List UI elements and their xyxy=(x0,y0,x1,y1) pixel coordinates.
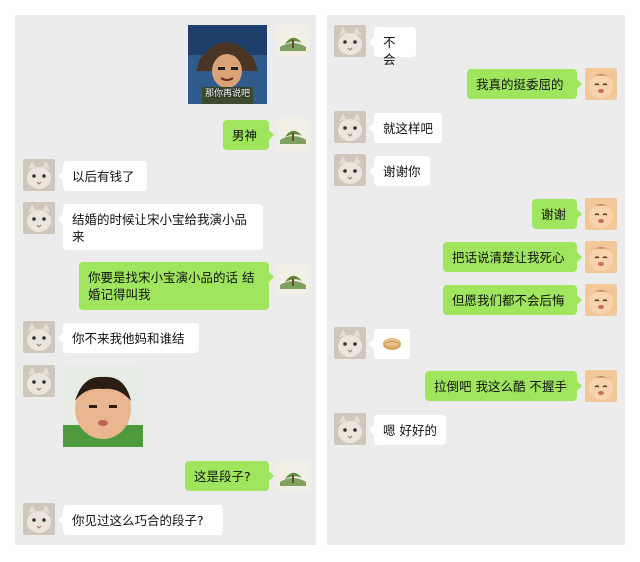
my-avatar[interactable] xyxy=(585,68,617,100)
my-avatar[interactable] xyxy=(585,370,617,402)
contact-avatar[interactable] xyxy=(334,327,366,359)
message-bubble-theirs[interactable]: 嗯 好好的 xyxy=(369,415,446,445)
message-bubble-mine[interactable]: 谢谢 xyxy=(532,199,582,229)
message-bubble-theirs[interactable]: 你不来我他妈和谁结 xyxy=(58,323,199,353)
message-bubble-theirs[interactable]: 结婚的时候让宋小宝给我演小品来 xyxy=(58,204,263,250)
contact-avatar[interactable] xyxy=(334,413,366,445)
message-bubble-mine[interactable]: 这是段子? xyxy=(185,461,274,491)
my-avatar[interactable] xyxy=(277,25,309,57)
my-avatar[interactable] xyxy=(277,263,309,295)
contact-avatar[interactable] xyxy=(334,111,366,143)
baby-avatar-icon xyxy=(585,370,617,402)
message-bubble-theirs[interactable] xyxy=(369,329,410,359)
baby-avatar-icon xyxy=(585,68,617,100)
message-bubble-mine[interactable]: 把话说清楚让我死心 xyxy=(443,242,582,272)
chat-panel-left: 那你再说吧 男神 以后有钱了 结婚的时候让宋小宝给我演小品来 你要是找宋小宝演小… xyxy=(15,15,316,545)
my-avatar[interactable] xyxy=(585,241,617,273)
contact-avatar[interactable] xyxy=(23,159,55,191)
tree-landscape-icon xyxy=(277,263,309,295)
cat-avatar-icon xyxy=(23,503,55,535)
message-bubble-mine[interactable]: 但愿我们都不会后悔 xyxy=(443,285,582,315)
contact-avatar[interactable] xyxy=(334,154,366,186)
baby-avatar-icon xyxy=(585,284,617,316)
message-bubble-theirs[interactable]: 不会 xyxy=(369,27,416,67)
chat-panel-right: 不会 我真的挺委屈的 就这样吧 谢谢你 谢谢 把话说清楚让我死心 但愿我们都不会… xyxy=(327,15,625,545)
my-avatar[interactable] xyxy=(277,118,309,150)
message-bubble-theirs[interactable]: 你见过这么巧合的段子? xyxy=(58,505,223,535)
cat-avatar-icon xyxy=(23,321,55,353)
my-avatar[interactable] xyxy=(585,284,617,316)
cat-avatar-icon xyxy=(334,111,366,143)
cat-avatar-icon xyxy=(334,413,366,445)
tree-landscape-icon xyxy=(277,118,309,150)
message-bubble-theirs[interactable]: 以后有钱了 xyxy=(58,161,147,191)
cat-avatar-icon xyxy=(334,327,366,359)
message-bubble-theirs[interactable]: 就这样吧 xyxy=(369,113,442,143)
contact-avatar[interactable] xyxy=(23,503,55,535)
contact-avatar[interactable] xyxy=(334,25,366,57)
image-message[interactable]: 那你再说吧 xyxy=(188,25,267,104)
cat-avatar-icon xyxy=(23,365,55,397)
cat-avatar-icon xyxy=(334,25,366,57)
message-bubble-mine[interactable]: 拉倒吧 我这么酷 不握手 xyxy=(425,371,582,401)
contact-avatar[interactable] xyxy=(23,321,55,353)
cat-avatar-icon xyxy=(23,159,55,191)
contact-avatar[interactable] xyxy=(23,202,55,234)
bread-emoji xyxy=(383,338,401,350)
contact-avatar[interactable] xyxy=(23,365,55,397)
my-avatar[interactable] xyxy=(585,198,617,230)
message-bubble-mine[interactable]: 男神 xyxy=(223,120,274,150)
message-bubble-mine[interactable]: 我真的挺委屈的 xyxy=(467,69,582,99)
tree-landscape-icon xyxy=(277,460,309,492)
message-bubble-theirs[interactable]: 谢谢你 xyxy=(369,156,430,186)
sticker-caption: 那你再说吧 xyxy=(204,89,250,99)
baby-avatar-icon xyxy=(585,241,617,273)
message-bubble-mine[interactable]: 你要是找宋小宝演小品的话 结婚记得叫我 xyxy=(79,262,274,310)
cat-avatar-icon xyxy=(23,202,55,234)
my-avatar[interactable] xyxy=(277,460,309,492)
baby-avatar-icon xyxy=(585,198,617,230)
cat-avatar-icon xyxy=(334,154,366,186)
tree-landscape-icon xyxy=(277,25,309,57)
image-message[interactable] xyxy=(63,365,143,447)
sticker-baby-face xyxy=(63,365,143,447)
